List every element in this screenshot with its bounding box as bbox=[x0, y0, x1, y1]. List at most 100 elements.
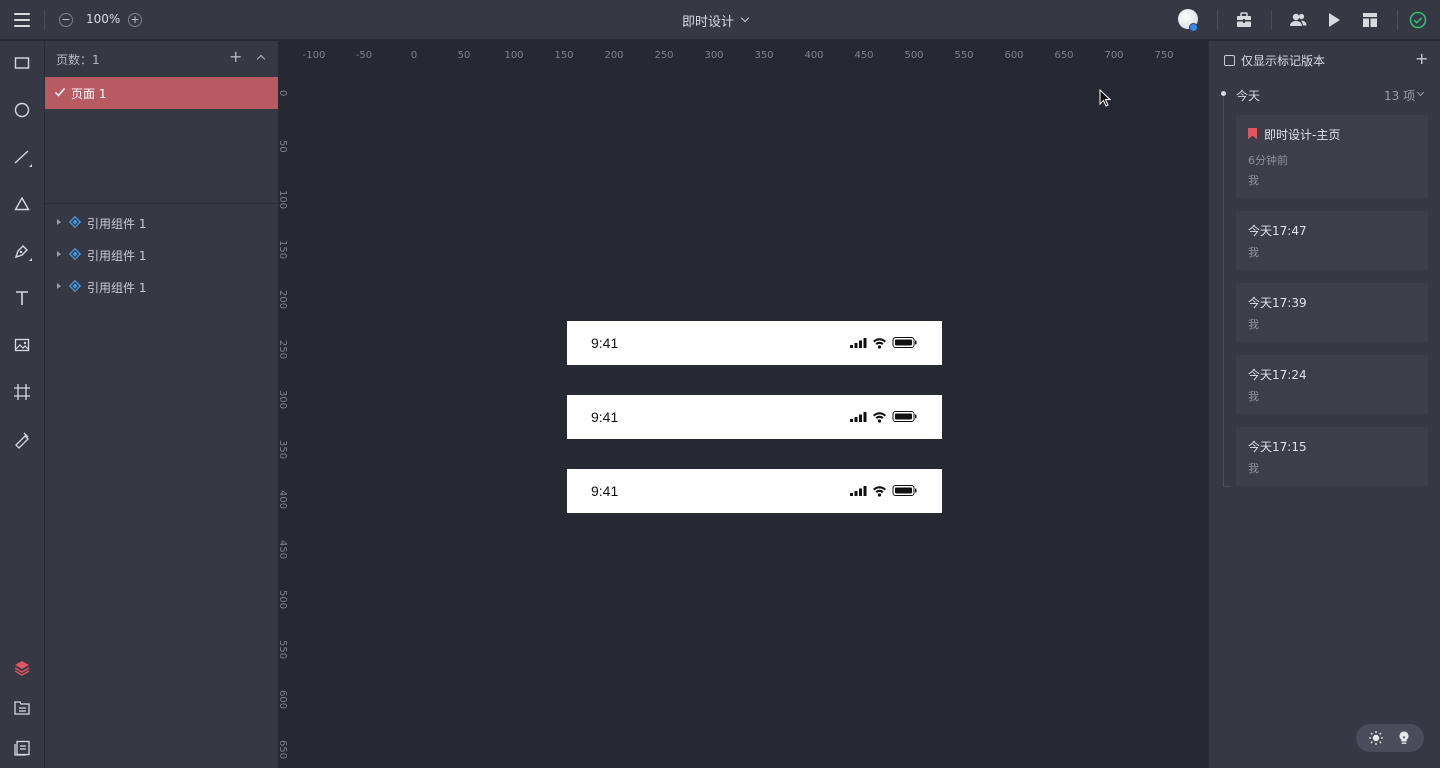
text-tool-icon[interactable] bbox=[12, 288, 32, 308]
status-bar-component[interactable]: 9:41 bbox=[567, 321, 942, 365]
timeline-line bbox=[1223, 95, 1224, 487]
rectangle-tool-icon[interactable] bbox=[12, 53, 32, 73]
ruler-tick-label: -50 bbox=[355, 50, 373, 61]
collapse-pages-button[interactable] bbox=[256, 54, 266, 64]
ruler-tick-label: 500 bbox=[904, 50, 924, 61]
ruler-tick-label: 650 bbox=[1054, 50, 1074, 61]
layer-item[interactable]: 引用组件 1 bbox=[45, 275, 278, 299]
ruler-tick-label: 250 bbox=[654, 50, 674, 61]
ruler-tick-label: 250 bbox=[277, 340, 288, 360]
ruler-tick-label: 450 bbox=[854, 50, 874, 61]
ruler-tick-label: 700 bbox=[1104, 50, 1124, 61]
layer-item[interactable]: 引用组件 1 bbox=[45, 211, 278, 235]
ruler-tick-label: -100 bbox=[302, 50, 326, 61]
ruler-tick-label: 450 bbox=[277, 540, 288, 560]
assets-icon[interactable] bbox=[12, 698, 32, 718]
version-group-label: 今天 bbox=[1236, 89, 1261, 103]
pages-panel: 页数：1 + 页面 1 引用组件 1 引用组件 1 引用组件 1 bbox=[45, 41, 278, 768]
ruler-tick-label: 300 bbox=[277, 390, 288, 410]
add-page-button[interactable]: + bbox=[229, 47, 242, 66]
marked-only-label: 仅显示标记版本 bbox=[1241, 54, 1326, 68]
sun-icon[interactable] bbox=[1368, 730, 1384, 746]
zoom-out-button[interactable]: − bbox=[59, 13, 73, 27]
component-library-icon[interactable] bbox=[12, 738, 32, 758]
version-title: 今天17:24 bbox=[1248, 368, 1307, 382]
layer-label: 引用组件 1 bbox=[87, 281, 147, 295]
triangle-tool-icon[interactable] bbox=[12, 194, 32, 214]
expand-caret-icon[interactable] bbox=[57, 219, 61, 225]
add-version-button[interactable]: + bbox=[1415, 49, 1428, 68]
version-time: 6分钟前 bbox=[1248, 154, 1288, 167]
version-author: 我 bbox=[1248, 318, 1259, 331]
status-bar-component[interactable]: 9:41 bbox=[567, 469, 942, 513]
version-item[interactable]: 今天17:15 我 bbox=[1236, 427, 1428, 487]
status-time: 9:41 bbox=[591, 335, 619, 351]
layout-icon[interactable] bbox=[1361, 11, 1379, 29]
version-history-panel: 仅显示标记版本 + 今天 13 项 即时设计-主页 6分钟前 我 今天17:47… bbox=[1208, 41, 1440, 768]
frame-tool-icon[interactable] bbox=[12, 382, 32, 402]
version-title: 今天17:47 bbox=[1248, 224, 1307, 238]
version-title: 即时设计-主页 bbox=[1264, 128, 1341, 142]
component-instance-icon bbox=[69, 280, 81, 292]
mouse-cursor-icon bbox=[1099, 89, 1111, 107]
chevron-down-icon[interactable] bbox=[740, 13, 750, 23]
layer-item[interactable]: 引用组件 1 bbox=[45, 243, 278, 267]
play-icon[interactable] bbox=[1325, 11, 1343, 29]
line-tool-icon[interactable] bbox=[12, 147, 32, 167]
marked-only-checkbox[interactable] bbox=[1224, 55, 1235, 66]
horizontal-ruler: -100 -50 0 50 100 150 200 250 300 350 40… bbox=[278, 41, 1208, 74]
expand-caret-icon[interactable] bbox=[57, 251, 61, 257]
collaborators-icon[interactable] bbox=[1289, 11, 1307, 29]
ruler-tick-label: 200 bbox=[604, 50, 624, 61]
timeline-end bbox=[1223, 486, 1231, 487]
ruler-tick-label: 0 bbox=[410, 50, 418, 61]
version-title: 今天17:15 bbox=[1248, 440, 1307, 454]
zoom-level[interactable]: 100% bbox=[86, 12, 120, 26]
ruler-tick-label: 0 bbox=[277, 90, 288, 97]
version-item[interactable]: 今天17:47 我 bbox=[1236, 211, 1428, 271]
status-bar-component[interactable]: 9:41 bbox=[567, 395, 942, 439]
version-item[interactable]: 今天17:39 我 bbox=[1236, 283, 1428, 343]
divider bbox=[1217, 10, 1218, 30]
document-title[interactable]: 即时设计 bbox=[682, 11, 734, 30]
chevron-down-icon[interactable] bbox=[1416, 88, 1425, 97]
timeline-dot bbox=[1221, 91, 1226, 96]
ruler-tick-label: 600 bbox=[1004, 50, 1024, 61]
ellipse-tool-icon[interactable] bbox=[12, 100, 32, 120]
ruler-tick-label: 600 bbox=[277, 690, 288, 710]
page-count: 页数：1 bbox=[56, 53, 100, 67]
version-author: 我 bbox=[1248, 174, 1259, 187]
expand-caret-icon[interactable] bbox=[57, 283, 61, 289]
divider bbox=[45, 203, 278, 204]
toolbox-icon[interactable] bbox=[1235, 11, 1253, 29]
vertical-ruler: 0 50 100 150 200 250 300 350 400 450 500… bbox=[277, 74, 311, 768]
ruler-tick-label: 100 bbox=[504, 50, 524, 61]
layer-label: 引用组件 1 bbox=[87, 249, 147, 263]
saved-check-icon bbox=[1409, 11, 1427, 29]
ruler-tick-label: 50 bbox=[457, 50, 471, 61]
version-author: 我 bbox=[1248, 390, 1259, 403]
version-item[interactable]: 即时设计-主页 6分钟前 我 bbox=[1236, 115, 1428, 199]
online-status-dot bbox=[1189, 23, 1198, 32]
signal-wifi-battery-icon bbox=[850, 411, 917, 423]
ruler-tick-label: 400 bbox=[277, 490, 288, 510]
menu-icon[interactable] bbox=[14, 13, 30, 27]
pen-tool-icon[interactable] bbox=[12, 241, 32, 261]
page-item-1[interactable]: 页面 1 bbox=[45, 77, 278, 109]
bookmark-icon bbox=[1248, 128, 1257, 139]
slice-tool-icon[interactable] bbox=[12, 429, 32, 449]
image-tool-icon[interactable] bbox=[12, 335, 32, 355]
lightbulb-icon[interactable] bbox=[1396, 730, 1412, 746]
ruler-tick-label: 350 bbox=[754, 50, 774, 61]
layers-icon[interactable] bbox=[12, 658, 32, 678]
page-label: 页面 1 bbox=[71, 87, 107, 101]
version-item[interactable]: 今天17:24 我 bbox=[1236, 355, 1428, 415]
signal-wifi-battery-icon bbox=[850, 485, 917, 497]
version-title: 今天17:39 bbox=[1248, 296, 1307, 310]
divider bbox=[1271, 10, 1272, 30]
zoom-in-button[interactable]: + bbox=[128, 13, 142, 27]
version-count[interactable]: 13 项 bbox=[1384, 87, 1415, 104]
checkmark-icon bbox=[54, 88, 66, 97]
status-time: 9:41 bbox=[591, 409, 619, 425]
ruler-tick-label: 100 bbox=[277, 190, 288, 210]
